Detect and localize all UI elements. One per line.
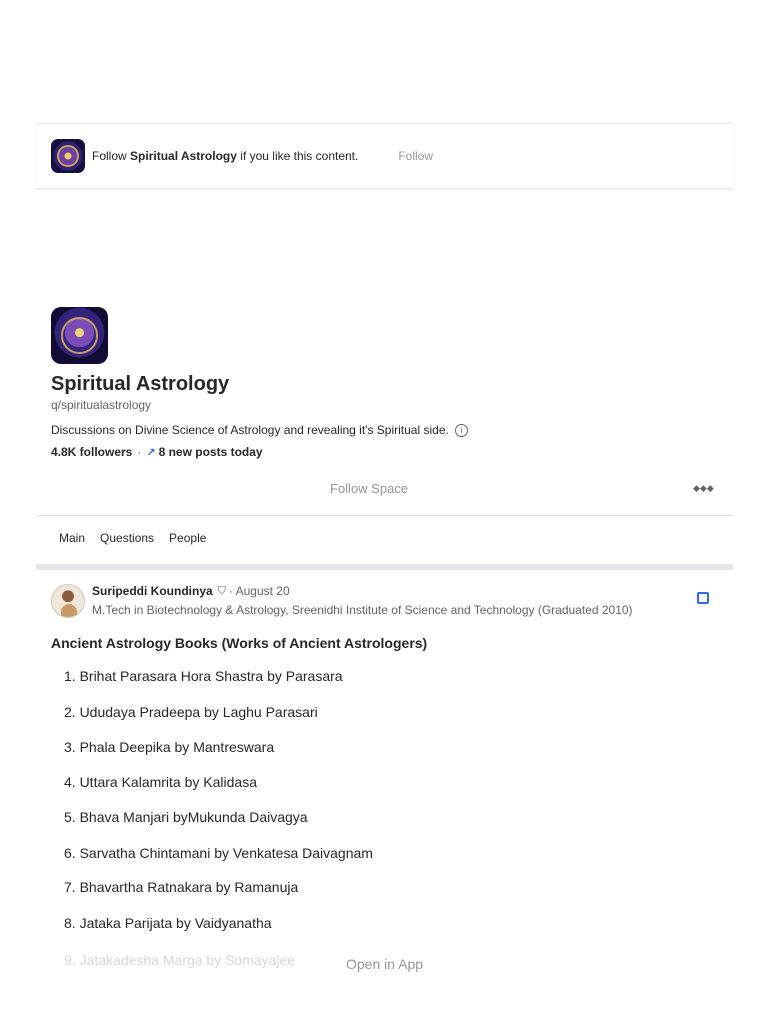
banner-space-name[interactable]: Spiritual Astrology [130,149,237,163]
list-item: 3. Phala Deepika by Mantreswara [64,739,275,755]
follow-banner: Follow Spiritual Astrology if you like t… [36,123,733,189]
list-item: 2. Ududaya Pradeepa by Laghu Parasari [64,704,318,720]
list-item: 8. Jataka Parijata by Vaidyanatha [64,915,272,931]
tab-people[interactable]: People [169,531,206,545]
post-date[interactable]: · August 20 [229,584,290,598]
banner-follow-button[interactable]: Follow [398,149,433,163]
list-item: 7. Bhavartha Ratnakara by Ramanuja [64,879,299,895]
open-in-app-button[interactable]: Open in App [346,956,423,972]
info-icon[interactable]: i [454,423,468,437]
space-description: Discussions on Divine Science of Astrolo… [51,423,733,437]
space-handle: q/spiritualastrology [51,398,152,412]
banner-suffix: if you like this content. [240,149,359,163]
author-credential: M.Tech in Biotechnology & Astrology, Sre… [92,603,633,617]
stats-separator: · [137,445,142,459]
list-item: 9. Jatakadesha Marga by Somayajee [64,952,296,968]
space-avatar [51,307,108,364]
space-title: Spiritual Astrology [51,373,230,395]
author-avatar[interactable] [51,584,85,618]
list-item: 1. Brihat Parasara Hora Shastra by Paras… [64,668,343,684]
list-item: 6. Sarvatha Chintamani by Venkatesa Daiv… [64,845,373,861]
share-icon[interactable] [697,592,709,604]
followers-count[interactable]: 4.8K followers [51,445,132,459]
author-name[interactable]: Suripeddi Koundinya [92,584,213,598]
list-item: 5. Bhava Manjari byMukunda Daivagya [64,809,308,825]
tab-questions[interactable]: Questions [100,531,154,545]
new-posts-count[interactable]: 8 new posts today [159,445,263,459]
list-item: 4. Uttara Kalamrita by Kalidasa [64,774,257,790]
follow-space-button[interactable]: Follow Space [330,481,408,496]
follow-prompt: Follow Spiritual Astrology if you like t… [92,149,358,163]
post-title: Ancient Astrology Books (Works of Ancien… [51,635,428,651]
banner-prefix: Follow [92,149,127,163]
verified-badge-icon: ⛉ [217,584,226,597]
space-stats: 4.8K followers · ↗ 8 new posts today [51,445,733,459]
space-description-text: Discussions on Divine Science of Astrolo… [51,423,449,437]
author-line: Suripeddi Koundinya ⛉ · August 20 [92,584,290,598]
divider [36,515,733,516]
space-header: Spiritual Astrology q/spiritualastrology… [51,307,733,459]
trending-icon: ↗ [146,446,156,459]
tab-main[interactable]: Main [59,531,85,545]
space-tabs: Main Questions People [59,531,206,545]
space-avatar-small [51,139,85,173]
section-divider [36,564,733,570]
more-options-icon[interactable]: ◆◆◆ [693,483,714,494]
